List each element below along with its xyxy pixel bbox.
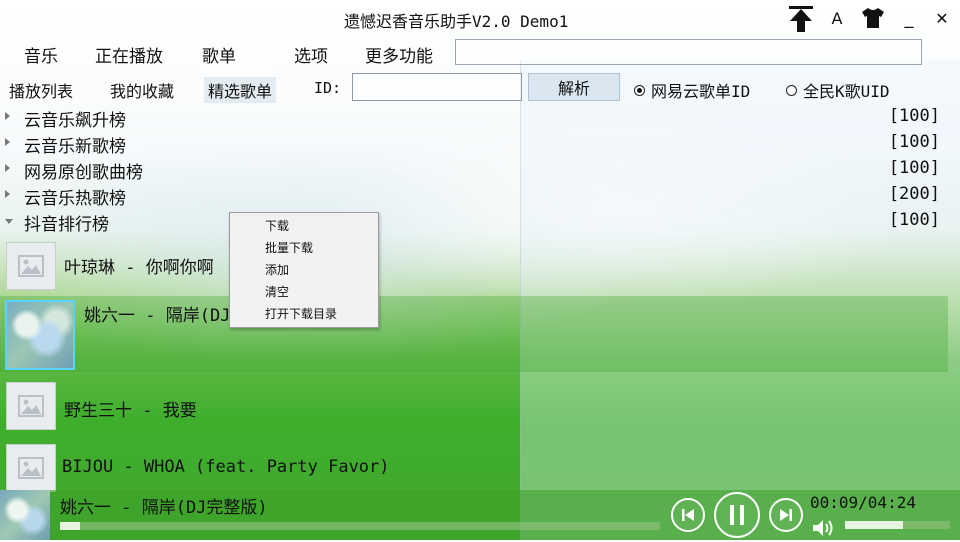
font-button[interactable]: A [826, 4, 848, 32]
album-art [5, 300, 75, 370]
song-item[interactable]: 野生三十 - 我要 [0, 376, 948, 436]
expand-arrow-icon[interactable] [5, 112, 10, 120]
radio-dot [786, 84, 797, 96]
radio-dot-checked [634, 84, 645, 96]
image-placeholder-icon [6, 382, 56, 430]
skin-shirt-icon[interactable] [858, 4, 888, 32]
image-placeholder-icon [6, 444, 56, 492]
window-title: 遗憾迟香音乐助手V2.0 Demo1 [344, 12, 569, 31]
playback-time: 00:09/04:24 [810, 493, 916, 512]
radio-label: 全民K歌UID [803, 82, 890, 101]
radio-label: 网易云歌单ID [651, 82, 751, 101]
playlist-row[interactable]: 云音乐热歌榜 [200] [0, 184, 948, 209]
menu-options[interactable]: 选项 [290, 42, 332, 67]
next-icon [780, 509, 792, 521]
subnav-play-list[interactable]: 播放列表 [5, 77, 77, 103]
title-bar: 遗憾迟香音乐助手V2.0 Demo1 A _ ✕ [0, 0, 960, 36]
menu-music[interactable]: 音乐 [20, 42, 62, 67]
id-input[interactable] [352, 73, 522, 101]
playlist-count: [100] [888, 132, 940, 152]
song-title: 叶琼琳 - 你啊你啊 [64, 258, 214, 278]
search-input[interactable] [455, 39, 922, 65]
now-playing-art [0, 490, 50, 540]
expand-arrow-icon[interactable] [5, 190, 10, 198]
song-title: 野生三十 - 我要 [64, 401, 197, 421]
playlist-count: [100] [888, 106, 940, 126]
ctx-clear[interactable]: 清空 [230, 281, 378, 303]
pause-button[interactable] [714, 492, 760, 538]
player-bar: 姚六一 - 隔岸(DJ完整版) 00:09/04:24 [0, 490, 960, 540]
minimize-button[interactable]: _ [898, 4, 920, 32]
progress-fill [60, 522, 81, 530]
expand-arrow-icon[interactable] [5, 164, 10, 172]
image-placeholder-icon [6, 242, 56, 290]
radio-netease-id[interactable]: 网易云歌单ID [634, 78, 750, 102]
playlist-count: [100] [888, 158, 940, 178]
ctx-add[interactable]: 添加 [230, 259, 378, 281]
playlist-count: [100] [888, 210, 940, 230]
id-label: ID: [314, 79, 342, 97]
playlist-name: 云音乐热歌榜 [24, 189, 126, 209]
song-item[interactable]: BIJOU - WHOA (feat. Party Favor) [0, 440, 948, 492]
subnav-favorites[interactable]: 我的收藏 [106, 77, 178, 103]
volume-fill [845, 521, 903, 529]
song-context-menu: 下载 批量下载 添加 清空 打开下载目录 [229, 212, 379, 328]
playlist-count: [200] [888, 184, 940, 204]
song-title: BIJOU - WHOA (feat. Party Favor) [62, 457, 390, 477]
ctx-batch-download[interactable]: 批量下载 [230, 237, 378, 259]
playlist-row[interactable]: 抖音排行榜 [100] [0, 210, 948, 235]
playlist-name: 抖音排行榜 [24, 215, 109, 235]
subnav-featured[interactable]: 精选歌单 [204, 77, 277, 103]
next-button[interactable] [769, 498, 803, 532]
progress-bar[interactable] [60, 522, 660, 530]
expand-arrow-icon[interactable] [5, 138, 10, 146]
playlist-row[interactable]: 云音乐飙升榜 [100] [0, 106, 948, 131]
playlist-row[interactable]: 云音乐新歌榜 [100] [0, 132, 948, 157]
playlist-row[interactable]: 网易原创歌曲榜 [100] [0, 158, 948, 183]
playlist-name: 网易原创歌曲榜 [24, 163, 143, 183]
menu-more-features[interactable]: 更多功能 [361, 42, 437, 67]
parse-button[interactable]: 解析 [528, 73, 620, 101]
pause-icon [730, 505, 744, 525]
song-item-selected[interactable]: 姚六一 - 隔岸(DJ完整版) [0, 296, 948, 372]
volume-icon[interactable] [812, 518, 836, 542]
menu-now-playing[interactable]: 正在播放 [91, 42, 167, 67]
previous-button[interactable] [671, 498, 705, 532]
ctx-open-download-dir[interactable]: 打开下载目录 [230, 303, 378, 325]
menu-playlists[interactable]: 歌单 [198, 42, 268, 67]
song-item[interactable]: 叶琼琳 - 你啊你啊 [0, 238, 948, 294]
close-button[interactable]: ✕ [930, 4, 954, 32]
collapse-arrow-icon[interactable] [5, 219, 13, 224]
ctx-download[interactable]: 下载 [230, 215, 378, 237]
playlist-name: 云音乐新歌榜 [24, 137, 126, 157]
radio-kge-uid[interactable]: 全民K歌UID [786, 78, 890, 102]
previous-icon [682, 509, 694, 521]
now-playing-title: 姚六一 - 隔岸(DJ完整版) [60, 498, 268, 518]
playlist-name: 云音乐飙升榜 [24, 111, 126, 131]
volume-slider[interactable] [845, 521, 950, 529]
pin-top-icon[interactable] [784, 4, 818, 32]
